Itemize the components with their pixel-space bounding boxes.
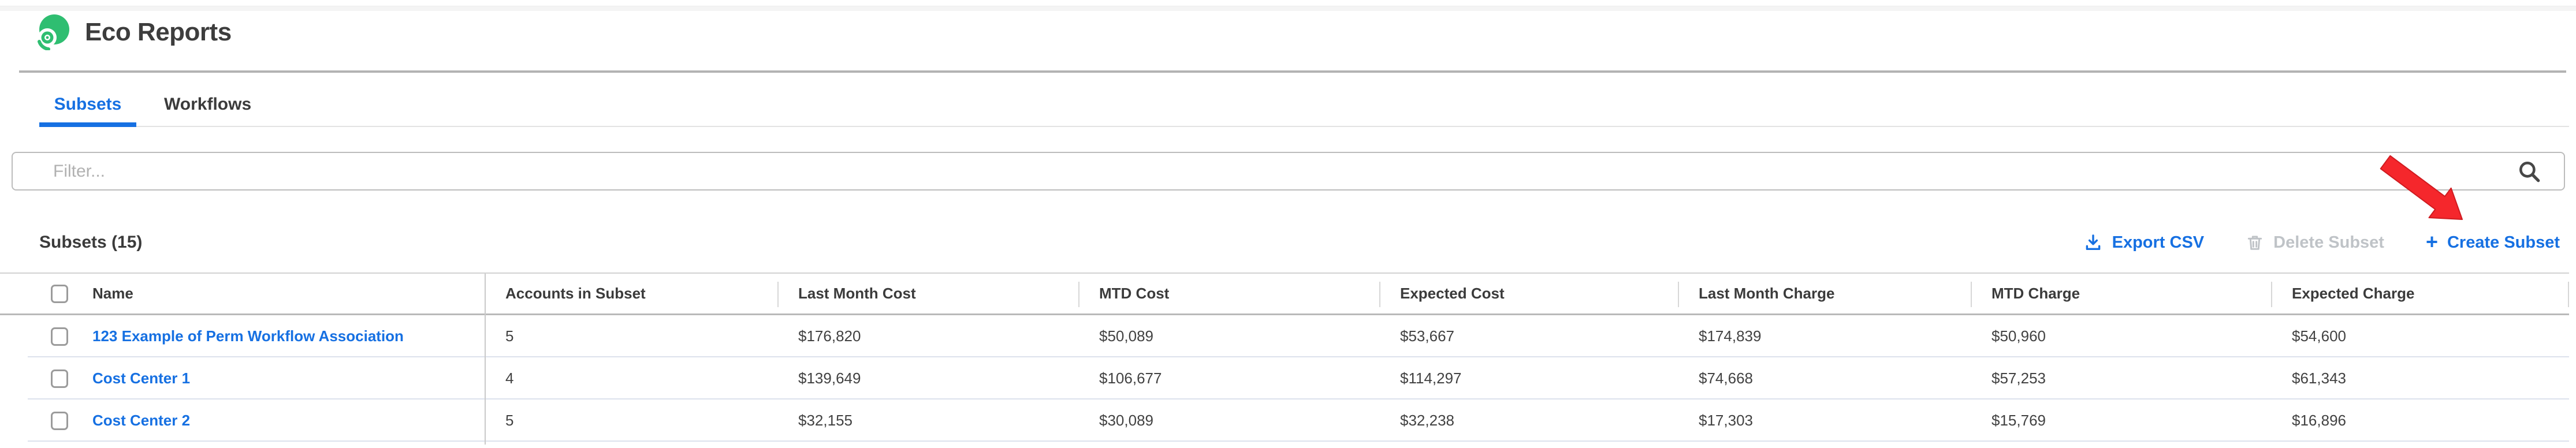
expected-charge-cell: $61,343 [2271, 369, 2569, 387]
expected-cost-cell: $114,297 [1379, 369, 1678, 387]
filter-bar [12, 152, 2565, 191]
column-header-label: Name [92, 285, 133, 303]
create-subset-button[interactable]: + Create Subset [2426, 232, 2560, 253]
tab-bar: Subsets Workflows [39, 87, 251, 122]
name-cell: 123 Example of Perm Workflow Association [0, 327, 485, 346]
accounts-cell: 4 [485, 369, 777, 387]
table-row: Cost Center 1 4 $139,649 $106,677 $114,2… [0, 357, 2569, 400]
create-subset-label: Create Subset [2447, 233, 2560, 252]
plus-icon: + [2426, 232, 2438, 252]
export-csv-button[interactable]: Export CSV [2083, 233, 2205, 252]
eco-logo-icon [36, 14, 71, 50]
last-month-charge-cell: $174,839 [1678, 327, 1971, 345]
page-title: Eco Reports [85, 18, 232, 47]
column-header-expected-cost[interactable]: Expected Cost [1379, 274, 1678, 313]
select-all-checkbox[interactable] [51, 285, 68, 303]
search-icon[interactable] [2517, 159, 2542, 184]
column-header-name[interactable]: Name [0, 274, 485, 313]
trash-icon [2246, 233, 2264, 252]
tab-workflows[interactable]: Workflows [164, 95, 251, 114]
column-header-accounts[interactable]: Accounts in Subset [485, 274, 777, 313]
subset-name-link[interactable]: 123 Example of Perm Workflow Association [92, 327, 404, 345]
top-border-strip [0, 6, 2576, 11]
delete-subset-button[interactable]: Delete Subset [2246, 233, 2384, 252]
mtd-cost-cell: $30,089 [1078, 412, 1379, 430]
table-row: Cost Center 2 5 $32,155 $30,089 $32,238 … [0, 400, 2569, 442]
name-column-separator [485, 274, 486, 445]
accounts-cell: 5 [485, 412, 777, 430]
table-row: 123 Example of Perm Workflow Association… [0, 315, 2569, 357]
column-header-last-month-charge[interactable]: Last Month Charge [1678, 274, 1971, 313]
tab-subsets[interactable]: Subsets [39, 95, 136, 114]
filter-input[interactable] [13, 161, 2517, 182]
column-header-mtd-cost[interactable]: MTD Cost [1078, 274, 1379, 313]
column-header-mtd-charge[interactable]: MTD Charge [1971, 274, 2271, 313]
column-header-last-month-cost[interactable]: Last Month Cost [777, 274, 1078, 313]
table-header-row: Name Accounts in Subset Last Month Cost … [0, 272, 2569, 315]
row-checkbox[interactable] [51, 369, 68, 388]
list-actions: Export CSV Delete Subset + Create Subset [2083, 232, 2560, 253]
name-cell: Cost Center 1 [0, 369, 485, 388]
tab-bar-underline [39, 126, 2569, 127]
mtd-charge-cell: $57,253 [1971, 369, 2271, 387]
last-month-cost-cell: $139,649 [777, 369, 1078, 387]
last-month-cost-cell: $32,155 [777, 412, 1078, 430]
header-divider [19, 70, 2566, 73]
app-header: Eco Reports [36, 14, 232, 51]
table-body: 123 Example of Perm Workflow Association… [0, 315, 2569, 442]
expected-charge-cell: $54,600 [2271, 327, 2569, 345]
list-toolbar: Subsets (15) Export CSV Delete Subset + … [39, 229, 2560, 256]
subset-name-link[interactable]: Cost Center 1 [92, 369, 190, 387]
download-icon [2083, 233, 2103, 252]
export-csv-label: Export CSV [2112, 233, 2205, 252]
expected-cost-cell: $53,667 [1379, 327, 1678, 345]
delete-subset-label: Delete Subset [2273, 233, 2384, 252]
column-header-expected-charge[interactable]: Expected Charge [2271, 274, 2569, 313]
accounts-cell: 5 [485, 327, 777, 345]
mtd-charge-cell: $15,769 [1971, 412, 2271, 430]
expected-charge-cell: $16,896 [2271, 412, 2569, 430]
subset-name-link[interactable]: Cost Center 2 [92, 412, 190, 430]
expected-cost-cell: $32,238 [1379, 412, 1678, 430]
active-tab-indicator [39, 122, 136, 127]
row-checkbox[interactable] [51, 327, 68, 346]
name-cell: Cost Center 2 [0, 412, 485, 430]
last-month-charge-cell: $17,303 [1678, 412, 1971, 430]
list-title: Subsets (15) [39, 233, 142, 252]
mtd-cost-cell: $106,677 [1078, 369, 1379, 387]
mtd-cost-cell: $50,089 [1078, 327, 1379, 345]
mtd-charge-cell: $50,960 [1971, 327, 2271, 345]
subsets-table: Name Accounts in Subset Last Month Cost … [0, 272, 2569, 442]
last-month-charge-cell: $74,668 [1678, 369, 1971, 387]
last-month-cost-cell: $176,820 [777, 327, 1078, 345]
row-checkbox[interactable] [51, 412, 68, 430]
